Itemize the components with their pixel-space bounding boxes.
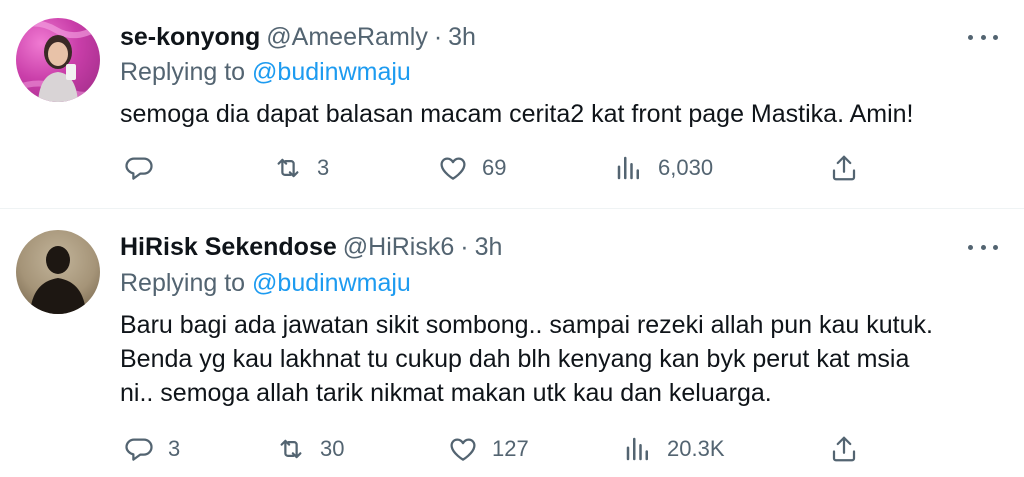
separator: · [433, 22, 443, 51]
display-name[interactable]: HiRisk Sekendose [120, 233, 337, 262]
tweet-header: HiRisk Sekendose @HiRisk6 · 3h [120, 230, 502, 264]
views-count: 20.3K [667, 436, 725, 461]
divider [0, 208, 1024, 209]
tweet-text-line: Baru bagi ada jawatan sikit sombong.. sa… [120, 311, 933, 339]
more-icon[interactable] [968, 237, 998, 257]
tweet-actions: 3 30 127 20.3K [0, 429, 1024, 469]
separator: · [460, 232, 469, 261]
replying-to-label: Replying to [120, 58, 246, 86]
like-count: 127 [492, 436, 529, 461]
display-name[interactable]: se-konyong [120, 23, 260, 52]
share-button[interactable] [829, 429, 859, 469]
share-icon [832, 155, 856, 181]
reply-icon [125, 438, 153, 461]
tweet[interactable]: se-konyong @AmeeRamly · 3h Replying to @… [0, 0, 1024, 209]
retweet-count: 3 [317, 155, 330, 180]
like-count: 69 [482, 155, 507, 180]
tweet-text: Baru bagi ada jawatan sikit sombong.. sa… [120, 308, 1000, 410]
replying-to: Replying to @budinwmaju [120, 58, 411, 90]
views-count: 6,030 [658, 155, 714, 180]
reply-button[interactable]: 3 [124, 429, 180, 469]
reply-count: 3 [168, 436, 181, 461]
user-handle[interactable]: @HiRisk6 [343, 233, 455, 262]
retweet-count: 30 [320, 436, 345, 461]
tweet-text: semoga dia dapat balasan macam cerita2 k… [120, 100, 914, 128]
tweet-text-line: Benda yg kau lakhnat tu cukup dah blh ke… [120, 345, 910, 373]
share-button[interactable] [829, 148, 859, 188]
avatar[interactable] [16, 18, 100, 102]
replying-to-mention[interactable]: @budinwmaju [252, 269, 411, 297]
heart-icon [450, 438, 476, 461]
tweet-text-line: ni.. semoga allah tarik nikmat makan utk… [120, 379, 772, 407]
more-icon[interactable] [968, 27, 998, 47]
retweet-button[interactable]: 30 [276, 429, 344, 469]
views-button[interactable]: 6,030 [614, 148, 713, 188]
retweet-icon [277, 158, 299, 178]
views-icon [617, 156, 639, 180]
views-icon [626, 437, 648, 461]
replying-to-label: Replying to [120, 269, 246, 297]
like-button[interactable]: 127 [448, 429, 529, 469]
tweet-actions: 3 69 6,030 [0, 148, 1024, 188]
retweet-icon [280, 439, 302, 459]
like-button[interactable]: 69 [438, 148, 506, 188]
reply-button[interactable] [124, 148, 168, 188]
timestamp[interactable]: 3h [448, 23, 476, 52]
reply-icon [125, 157, 153, 180]
retweet-button[interactable]: 3 [273, 148, 329, 188]
user-handle[interactable]: @AmeeRamly [266, 23, 428, 52]
avatar-image [30, 246, 86, 314]
avatar[interactable] [16, 230, 100, 314]
views-button[interactable]: 20.3K [623, 429, 725, 469]
share-icon [832, 436, 856, 462]
replying-to: Replying to @budinwmaju [120, 269, 411, 301]
heart-icon [440, 157, 466, 180]
tweet[interactable]: HiRisk Sekendose @HiRisk6 · 3h Replying … [0, 210, 1024, 477]
timestamp[interactable]: 3h [475, 233, 503, 262]
tweet-header: se-konyong @AmeeRamly · 3h [120, 20, 476, 54]
avatar-image [16, 20, 100, 102]
replying-to-mention[interactable]: @budinwmaju [252, 58, 411, 86]
